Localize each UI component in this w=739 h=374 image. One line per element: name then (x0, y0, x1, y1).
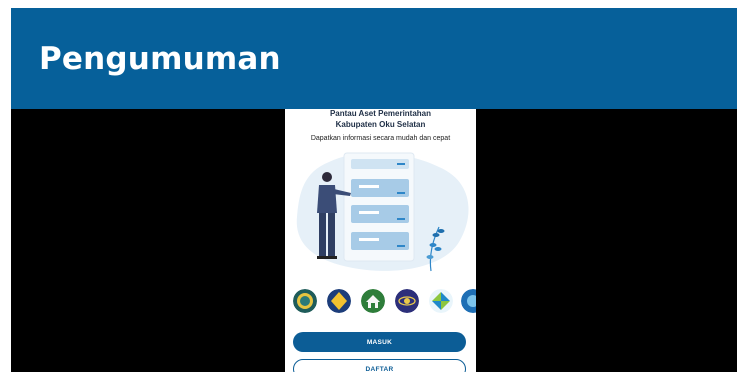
video-frame: Pengumuman Pantau Aset Pemerintahan Kabu… (11, 8, 737, 372)
plant-leaf (434, 247, 442, 251)
announcement-banner: Pengumuman (11, 8, 737, 109)
man-shoe (317, 256, 327, 259)
government-seal-icon (293, 289, 317, 313)
panel-accent (397, 163, 405, 165)
man-shoe (327, 256, 337, 259)
banner-title: Pengumuman (39, 41, 281, 77)
plant-leaf (429, 243, 437, 247)
panel-line (359, 238, 379, 241)
panel-accent (397, 218, 405, 220)
partner-logos (293, 289, 476, 315)
yellow-emblem-icon (327, 289, 351, 313)
daftar-button[interactable]: DAFTAR (293, 359, 466, 372)
plant-leaf (437, 229, 445, 233)
masuk-button[interactable]: MASUK (293, 332, 466, 352)
man-head (322, 172, 332, 182)
app-subtitle: Dapatkan informasi secara mudah dan cepa… (310, 135, 451, 142)
plant-leaf (426, 255, 434, 259)
partial-blue-logo-icon (461, 289, 476, 313)
panel-line (359, 185, 379, 188)
app-title: Pantau Aset Pemerintahan Kabupaten Oku S… (285, 109, 476, 130)
panel-accent (397, 245, 405, 247)
man-leg (319, 213, 326, 257)
phone-screen: Pantau Aset Pemerintahan Kabupaten Oku S… (285, 109, 476, 372)
panel-accent (397, 192, 405, 194)
green-blue-shape-icon (429, 289, 453, 313)
app-title-line2: Kabupaten Oku Selatan (335, 120, 426, 129)
man-leg (328, 213, 335, 257)
asset-illustration (296, 152, 469, 272)
housing-house-icon (361, 289, 385, 313)
panel-line (359, 211, 379, 214)
app-title-line1: Pantau Aset Pemerintahan (329, 109, 432, 118)
globe-emblem-icon (395, 289, 419, 313)
plant-leaf (432, 233, 440, 237)
